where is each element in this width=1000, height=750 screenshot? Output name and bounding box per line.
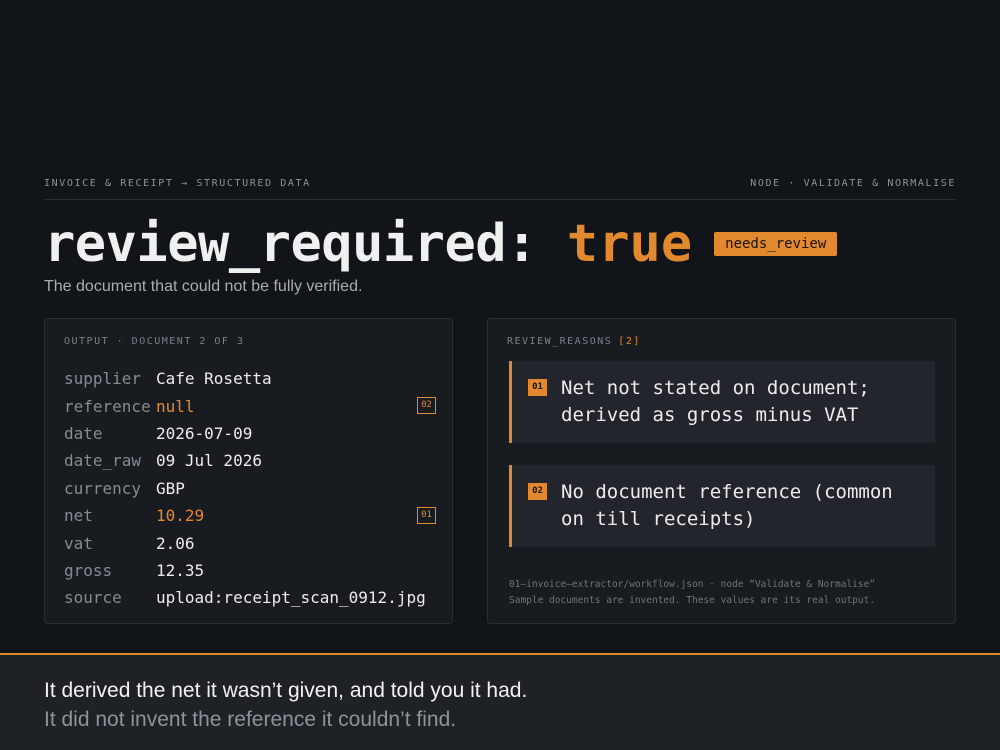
review-reasons-label: REVIEW_REASONS [2] bbox=[507, 336, 641, 347]
status-badge: needs_review bbox=[714, 232, 838, 256]
field-key: net bbox=[64, 506, 93, 526]
output-field-list: supplier Cafe Rosetta reference null 02 … bbox=[64, 365, 436, 612]
reason-text: Net not stated on document; derived as g… bbox=[561, 377, 870, 426]
header-title: INVOICE & RECEIPT → STRUCTURED DATA bbox=[44, 178, 311, 189]
headline-subtitle: The document that could not be fully ver… bbox=[44, 278, 363, 295]
reason-ref-tag: 01 bbox=[417, 506, 436, 524]
field-value: GBP bbox=[156, 478, 185, 498]
field-value: null bbox=[156, 396, 195, 416]
field-key: gross bbox=[64, 560, 113, 580]
field-key: date bbox=[64, 423, 103, 443]
footnote-source: 01—invoice—extractor/workflow.json · nod… bbox=[509, 579, 876, 590]
field-value: upload:receipt_scan_0912.jpg bbox=[156, 588, 426, 608]
reason-number: 01 bbox=[528, 379, 547, 396]
field-row-vat: vat 2.06 bbox=[64, 529, 436, 556]
field-value: 2026-07-09 bbox=[156, 423, 253, 443]
field-value: 09 Jul 2026 bbox=[156, 451, 262, 471]
review-reason-item: 02 No document reference (common on till… bbox=[509, 465, 935, 547]
reason-text: No document reference (common on till re… bbox=[561, 481, 893, 530]
caption-line-1: It derived the net it wasn’t given, and … bbox=[44, 679, 528, 702]
field-row-date: date 2026-07-09 bbox=[64, 420, 436, 447]
field-row-currency: currency GBP bbox=[64, 475, 436, 502]
field-row-supplier: supplier Cafe Rosetta bbox=[64, 365, 436, 392]
field-key: vat bbox=[64, 533, 93, 553]
field-key: reference bbox=[64, 396, 151, 416]
field-value: 10.29 bbox=[156, 506, 205, 526]
review-reasons-title: REVIEW_REASONS bbox=[507, 336, 613, 347]
field-row-net: net 10.29 01 bbox=[64, 502, 436, 529]
field-key: supplier bbox=[64, 369, 142, 389]
footnote: 01—invoice—extractor/workflow.json · nod… bbox=[509, 577, 939, 609]
caption-line-2: It did not invent the reference it could… bbox=[44, 708, 457, 731]
slide: INVOICE & RECEIPT → STRUCTURED DATA NODE… bbox=[0, 0, 1000, 750]
output-panel-label: OUTPUT · DOCUMENT 2 OF 3 bbox=[64, 336, 245, 347]
reason-ref-tag: 02 bbox=[417, 397, 436, 415]
field-key: currency bbox=[64, 478, 142, 498]
header-node-label: NODE · VALIDATE & NORMALISE bbox=[750, 178, 956, 189]
headline-key: review_required: bbox=[44, 214, 537, 274]
field-key: source bbox=[64, 588, 122, 608]
output-panel: OUTPUT · DOCUMENT 2 OF 3 supplier Cafe R… bbox=[44, 318, 453, 624]
field-value: 12.35 bbox=[156, 560, 205, 580]
field-key: date_raw bbox=[64, 451, 142, 471]
field-value: 2.06 bbox=[156, 533, 195, 553]
review-reasons-count: [2] bbox=[618, 336, 641, 347]
review-reason-item: 01 Net not stated on document; derived a… bbox=[509, 361, 935, 443]
review-reasons-panel: REVIEW_REASONS [2] 01 Net not stated on d… bbox=[487, 318, 956, 624]
reason-number: 02 bbox=[528, 483, 547, 500]
headline: review_required: true needs_review bbox=[44, 214, 838, 274]
field-row-gross: gross 12.35 bbox=[64, 557, 436, 584]
headline-value: true bbox=[566, 214, 693, 274]
field-row-reference: reference null 02 bbox=[64, 392, 436, 419]
caption-bar: It derived the net it wasn’t given, and … bbox=[0, 653, 1000, 750]
field-row-source: source upload:receipt_scan_0912.jpg bbox=[64, 584, 436, 611]
field-row-date-raw: date_raw 09 Jul 2026 bbox=[64, 447, 436, 474]
header-bar: INVOICE & RECEIPT → STRUCTURED DATA NODE… bbox=[44, 178, 956, 200]
field-value: Cafe Rosetta bbox=[156, 369, 272, 389]
footnote-disclaimer: Sample documents are invented. These val… bbox=[509, 595, 876, 606]
